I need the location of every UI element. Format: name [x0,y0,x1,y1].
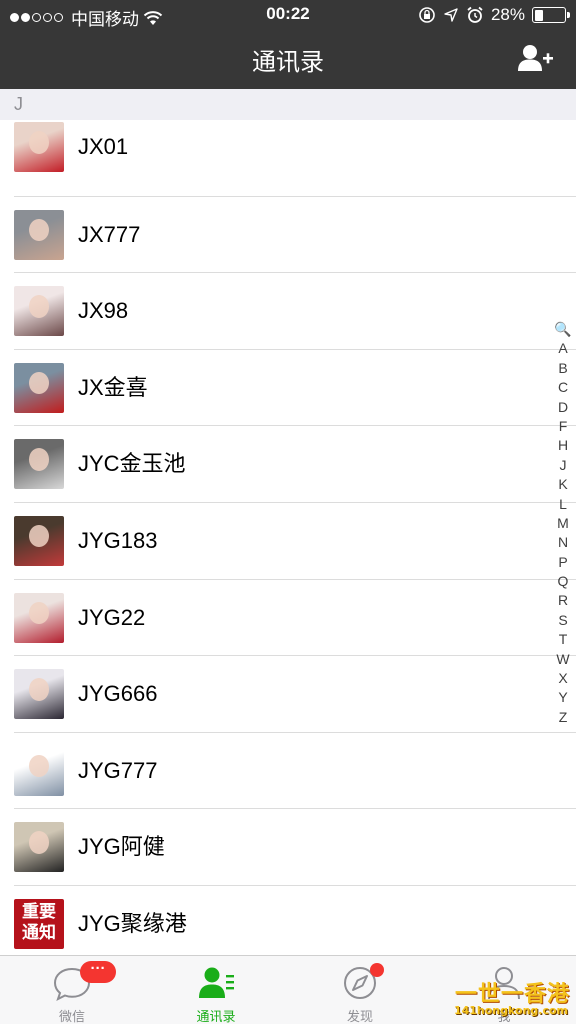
index-letter[interactable]: Z [559,708,568,727]
index-letter[interactable]: X [558,669,567,688]
contact-name: JX金喜 [78,374,148,400]
contact-avatar [14,592,64,643]
contact-row[interactable]: JYG666 [14,656,576,733]
alphabet-index-bar[interactable]: 🔍 A B C D F H J K L M N P Q R S T W X Y Z [554,320,572,727]
index-letter[interactable]: T [559,630,568,649]
contact-name: JX777 [78,221,141,247]
contact-name: JX98 [78,298,129,324]
contact-name: JYG183 [78,527,158,553]
avatar-photo [29,448,49,471]
contact-avatar [14,515,64,566]
contact-row[interactable]: JX777 [14,197,576,274]
contact-name: JYG666 [78,681,158,707]
contact-avatar [14,745,64,796]
index-letter[interactable]: K [558,475,567,494]
contact-list: JX01 JX777 JX98 JX金喜 JYC金玉池 JYG183 JYG22 JYG666… [0,120,576,963]
battery-icon [532,7,570,23]
index-search-icon[interactable]: 🔍 [554,320,571,339]
rotation-lock-icon [419,7,435,23]
tab-chats[interactable]: ··· 微信 [0,956,144,1024]
avatar-photo [29,831,49,854]
contact-name: JYG777 [78,757,158,783]
avatar-photo [29,754,49,778]
contact-row[interactable]: JX98 [14,273,576,350]
tab-chats-label: 微信 [58,1009,85,1024]
contact-row[interactable]: JYG183 [14,503,576,580]
index-letter[interactable]: F [559,417,568,436]
battery-percent: 28% [490,5,525,24]
avatar-photo [29,678,49,701]
contact-avatar [14,822,64,873]
alarm-icon [467,6,483,23]
contact-row[interactable]: JYG22 [14,580,576,657]
contact-avatar [14,209,64,260]
status-bar: 中国移动 00:22 28% [0,0,576,30]
add-contact-icon[interactable] [518,44,554,72]
contact-name: JYC金玉池 [78,451,186,477]
contact-row[interactable]: JYC金玉池 [14,426,576,503]
index-letter[interactable]: P [558,553,567,572]
avatar-photo [29,601,49,625]
battery-level [534,9,543,21]
avatar-photo [29,218,49,242]
avatar-photo [29,524,49,548]
contact-name: JYG阿健 [78,834,165,860]
index-letter[interactable]: C [558,378,568,397]
contact-row[interactable]: JX01 [14,120,576,197]
index-letter[interactable]: H [558,436,568,455]
index-letter[interactable]: N [558,533,568,552]
watermark-url: 141hongkong.com [453,1004,568,1017]
contacts-icon [199,967,234,998]
contact-avatar [14,669,64,720]
index-letter[interactable]: Q [558,572,569,591]
index-letter[interactable]: R [558,591,568,610]
index-letter[interactable]: M [557,514,569,533]
tab-contacts[interactable]: 通讯录 [144,956,288,1024]
index-letter[interactable]: J [560,456,567,475]
index-letter[interactable]: L [559,495,567,514]
section-header: J [0,89,576,120]
index-letter[interactable]: A [558,339,567,358]
index-letter[interactable]: B [558,359,567,378]
index-letter[interactable]: Y [558,688,567,707]
unread-badge: ··· [80,961,116,983]
status-right: 28% [418,5,570,25]
avatar-photo [29,131,49,154]
avatar-photo [29,295,49,318]
contact-row[interactable]: 重要 通知 JYG聚缘港 [14,886,576,963]
index-letter[interactable]: D [558,398,568,417]
location-arrow-icon [444,8,458,22]
contact-avatar: 重要 通知 [14,898,64,949]
contact-avatar [14,122,64,172]
tab-discover[interactable]: 发现 [288,956,432,1024]
tab-contacts-label: 通讯录 [196,1009,236,1024]
contact-row[interactable]: JYG阿健 [14,809,576,886]
contact-row[interactable]: JYG777 [14,733,576,810]
contact-name: JX01 [78,134,129,159]
index-letter[interactable]: W [556,650,569,669]
contact-name: JYG22 [78,604,146,630]
contact-avatar [14,439,64,490]
page-title: 通讯录 [252,49,324,76]
contact-name: JYG聚缘港 [78,910,187,936]
top-bar: 中国移动 00:22 28% 通讯录 [0,0,576,89]
contact-avatar [14,286,64,337]
avatar-photo [29,371,49,395]
tab-discover-label: 发现 [346,1009,373,1024]
contact-row[interactable]: JX金喜 [14,350,576,427]
index-letter[interactable]: S [558,611,567,630]
discover-red-dot [370,963,384,977]
contact-avatar [14,362,64,413]
